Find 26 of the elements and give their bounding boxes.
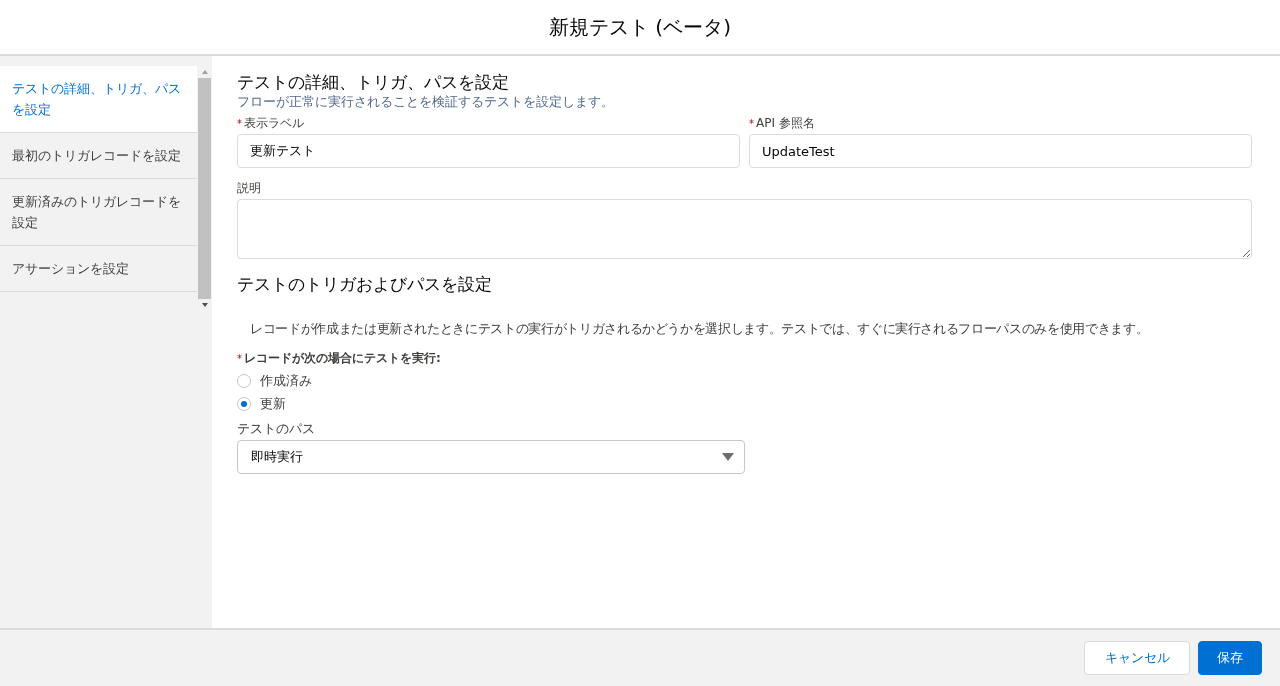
modal-title: 新規テスト (ベータ) — [549, 13, 731, 41]
description-textarea[interactable] — [237, 199, 1252, 259]
field-label: 説明 — [237, 179, 261, 197]
text-input[interactable]: 更新テスト — [237, 134, 740, 168]
sidebar-step[interactable]: アサーションを設定 — [0, 246, 197, 292]
cancel-button[interactable]: キャンセル — [1084, 641, 1190, 675]
field-label: 表示ラベル — [244, 114, 304, 132]
scroll-up-icon[interactable] — [201, 70, 208, 74]
scroll-down-icon[interactable] — [201, 303, 208, 307]
section-subtitle: フローが正常に実行されることを検証するテストを設定します。 — [237, 94, 615, 110]
section-heading: テストのトリガおよびパスを設定 — [237, 273, 493, 296]
radio-option[interactable]: 作成済み — [237, 369, 312, 392]
path-combobox[interactable]: 即時実行 — [237, 440, 745, 474]
section-heading: テストの詳細、トリガ、パスを設定 — [237, 71, 510, 94]
save-button[interactable]: 保存 — [1198, 641, 1262, 675]
help-text: レコードが作成または更新されたときにテストの実行がトリガされるかどうかを選択します。テストでは、すぐに実行されるフローパスのみを使用できます。 — [250, 320, 1150, 338]
sidebar-step[interactable]: 更新済みのトリガレコードを設定 — [0, 179, 197, 246]
scrollbar-thumb[interactable] — [198, 78, 211, 299]
field-label: テストのパス — [237, 420, 315, 438]
radio-option[interactable]: 更新 — [237, 392, 286, 415]
field-label: API 参照名 — [756, 114, 815, 132]
radio-group-label: レコードが次の場合にテストを実行: — [244, 349, 441, 367]
caret-icon — [722, 453, 734, 461]
text-input[interactable]: UpdateTest — [749, 134, 1252, 168]
sidebar-step[interactable]: 最初のトリガレコードを設定 — [0, 133, 197, 179]
sidebar-step[interactable]: テストの詳細、トリガ、パスを設定 — [0, 66, 197, 133]
